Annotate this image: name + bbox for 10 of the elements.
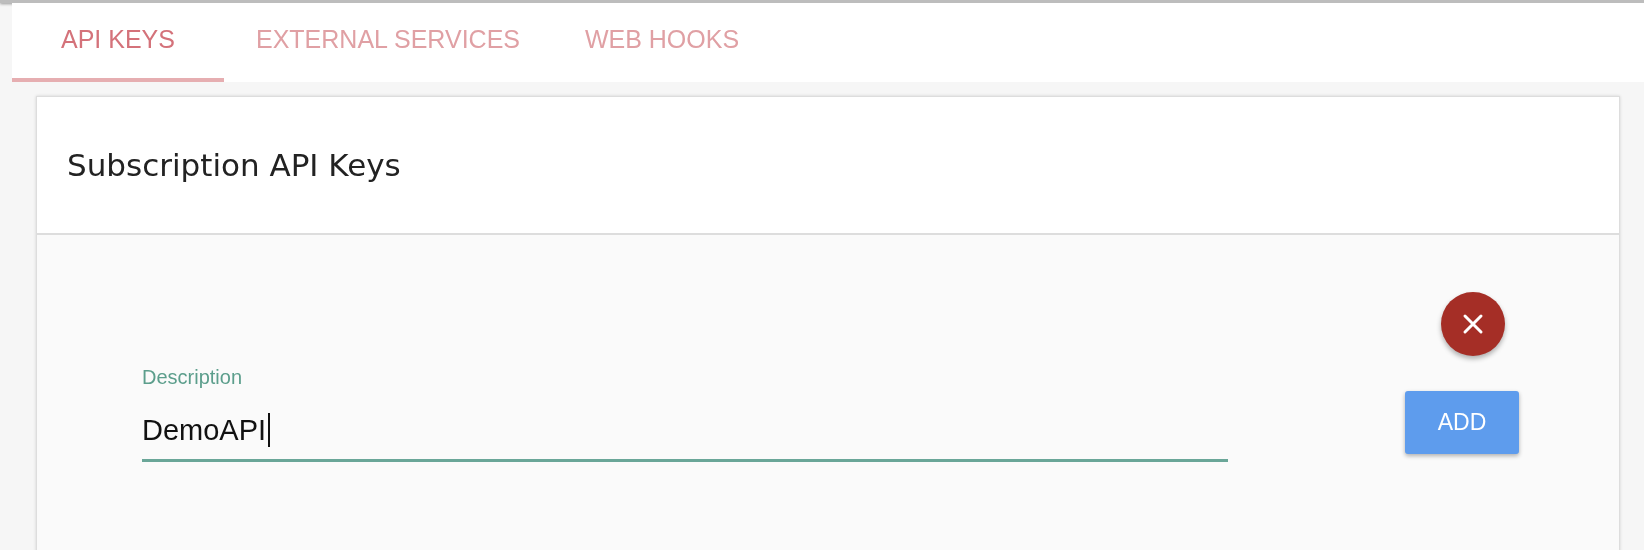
close-button[interactable] <box>1441 292 1505 356</box>
tab[interactable]: API KEYS <box>12 3 224 82</box>
close-icon <box>1462 313 1484 335</box>
tab[interactable]: EXTERNAL SERVICES <box>238 3 538 82</box>
tab[interactable]: WEB HOOKS <box>552 3 772 82</box>
add-button[interactable]: ADD <box>1405 391 1519 454</box>
description-field[interactable]: Description DemoAPI <box>142 366 1228 462</box>
card-title: Subscription API Keys <box>67 147 401 183</box>
field-label: Description <box>142 366 244 389</box>
field-value: DemoAPI <box>142 413 267 447</box>
